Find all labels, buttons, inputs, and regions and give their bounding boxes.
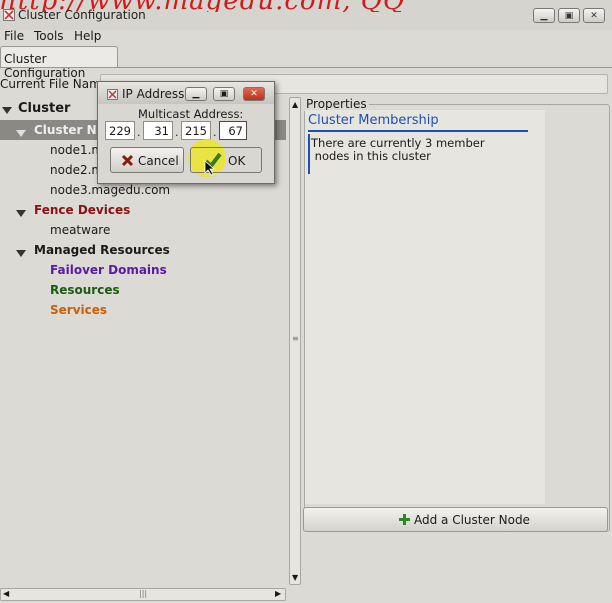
cluster-membership-heading: Cluster Membership xyxy=(308,113,439,128)
ip-octet-1[interactable]: 229 xyxy=(105,121,135,140)
add-icon xyxy=(399,514,410,525)
tab-cluster-configuration[interactable]: Cluster Configuration xyxy=(0,46,118,80)
menu-help[interactable]: Help xyxy=(74,29,101,43)
tree-item-services[interactable]: Services xyxy=(50,303,107,317)
mouse-pointer-icon xyxy=(204,160,216,176)
maximize-icon: ▣ xyxy=(219,89,229,99)
tree-toggle-cluster-nodes[interactable] xyxy=(16,126,26,140)
tab-divider xyxy=(0,67,612,68)
tree-item-failover-domains[interactable]: Failover Domains xyxy=(50,263,167,277)
dialog-maximize-button[interactable]: ▣ xyxy=(213,87,235,101)
scroll-grip-icon[interactable]: ||| xyxy=(139,589,147,598)
tree-item-fence-devices[interactable]: Fence Devices xyxy=(34,203,130,217)
ip-dot-separator: . xyxy=(175,126,179,139)
current-file-label: Current File Name: xyxy=(0,77,113,91)
ip-dot-separator: . xyxy=(213,126,217,139)
app-icon xyxy=(3,9,15,21)
maximize-button[interactable]: ▣ xyxy=(558,8,580,23)
tree-toggle-fence-devices[interactable] xyxy=(16,206,26,220)
scroll-right-icon[interactable]: ▶ xyxy=(275,589,281,598)
tree-item-node[interactable]: node3.magedu.com xyxy=(50,183,170,197)
ok-button[interactable]: OK xyxy=(190,147,262,173)
dialog-app-icon xyxy=(107,89,118,100)
multicast-address-label: Multicast Address: xyxy=(138,107,244,121)
properties-content xyxy=(305,110,545,504)
ip-octet-4[interactable]: 67 xyxy=(219,121,247,140)
menu-bar: File Tools Help xyxy=(0,27,612,45)
close-button[interactable]: ✕ xyxy=(583,8,605,23)
splitter-grip-icon[interactable]: ≡ xyxy=(292,334,299,343)
tree-item-fence-meatware[interactable]: meatware xyxy=(50,223,110,237)
tree-item-resources[interactable]: Resources xyxy=(50,283,120,297)
maximize-icon: ▣ xyxy=(564,10,574,21)
tree-toggle-cluster[interactable] xyxy=(2,103,12,117)
close-icon: ✕ xyxy=(590,10,598,21)
scroll-up-icon[interactable]: ▲ xyxy=(292,100,298,109)
scroll-left-icon[interactable]: ◀ xyxy=(3,589,9,598)
close-icon: ✕ xyxy=(250,89,258,99)
membership-accent-bar xyxy=(308,134,310,174)
ip-octet-3[interactable]: 215 xyxy=(181,121,211,140)
scroll-down-icon[interactable]: ▼ xyxy=(292,573,298,582)
ip-octet-2[interactable]: 31 xyxy=(143,121,173,140)
ip-dot-separator: . xyxy=(137,126,141,139)
tree-toggle-managed-resources[interactable] xyxy=(16,246,26,260)
menu-tools[interactable]: Tools xyxy=(34,29,64,43)
add-cluster-node-button[interactable]: Add a Cluster Node xyxy=(303,507,608,532)
minimize-button[interactable]: ▁ xyxy=(533,8,555,23)
minimize-icon: ▁ xyxy=(540,10,548,21)
cancel-button[interactable]: Cancel xyxy=(110,147,184,173)
tree-item-managed-resources[interactable]: Managed Resources xyxy=(34,243,170,257)
membership-description: There are currently 3 member nodes in th… xyxy=(311,136,485,163)
dialog-close-button[interactable]: ✕ xyxy=(243,87,265,101)
tree-item-cluster[interactable]: Cluster xyxy=(18,101,70,116)
heading-underline xyxy=(308,130,528,132)
menu-file[interactable]: File xyxy=(4,29,24,43)
minimize-icon: ▁ xyxy=(192,89,200,99)
properties-legend: Properties xyxy=(304,97,369,111)
cancel-icon xyxy=(121,154,134,167)
pane-splitter-scrollbar[interactable]: ▲ ≡ ▼ xyxy=(289,97,301,585)
dialog-minimize-button[interactable]: ▁ xyxy=(185,87,207,101)
tree-horizontal-scrollbar[interactable]: ◀ ||| ▶ xyxy=(0,588,286,601)
window-title: Cluster Configuration xyxy=(18,8,146,22)
